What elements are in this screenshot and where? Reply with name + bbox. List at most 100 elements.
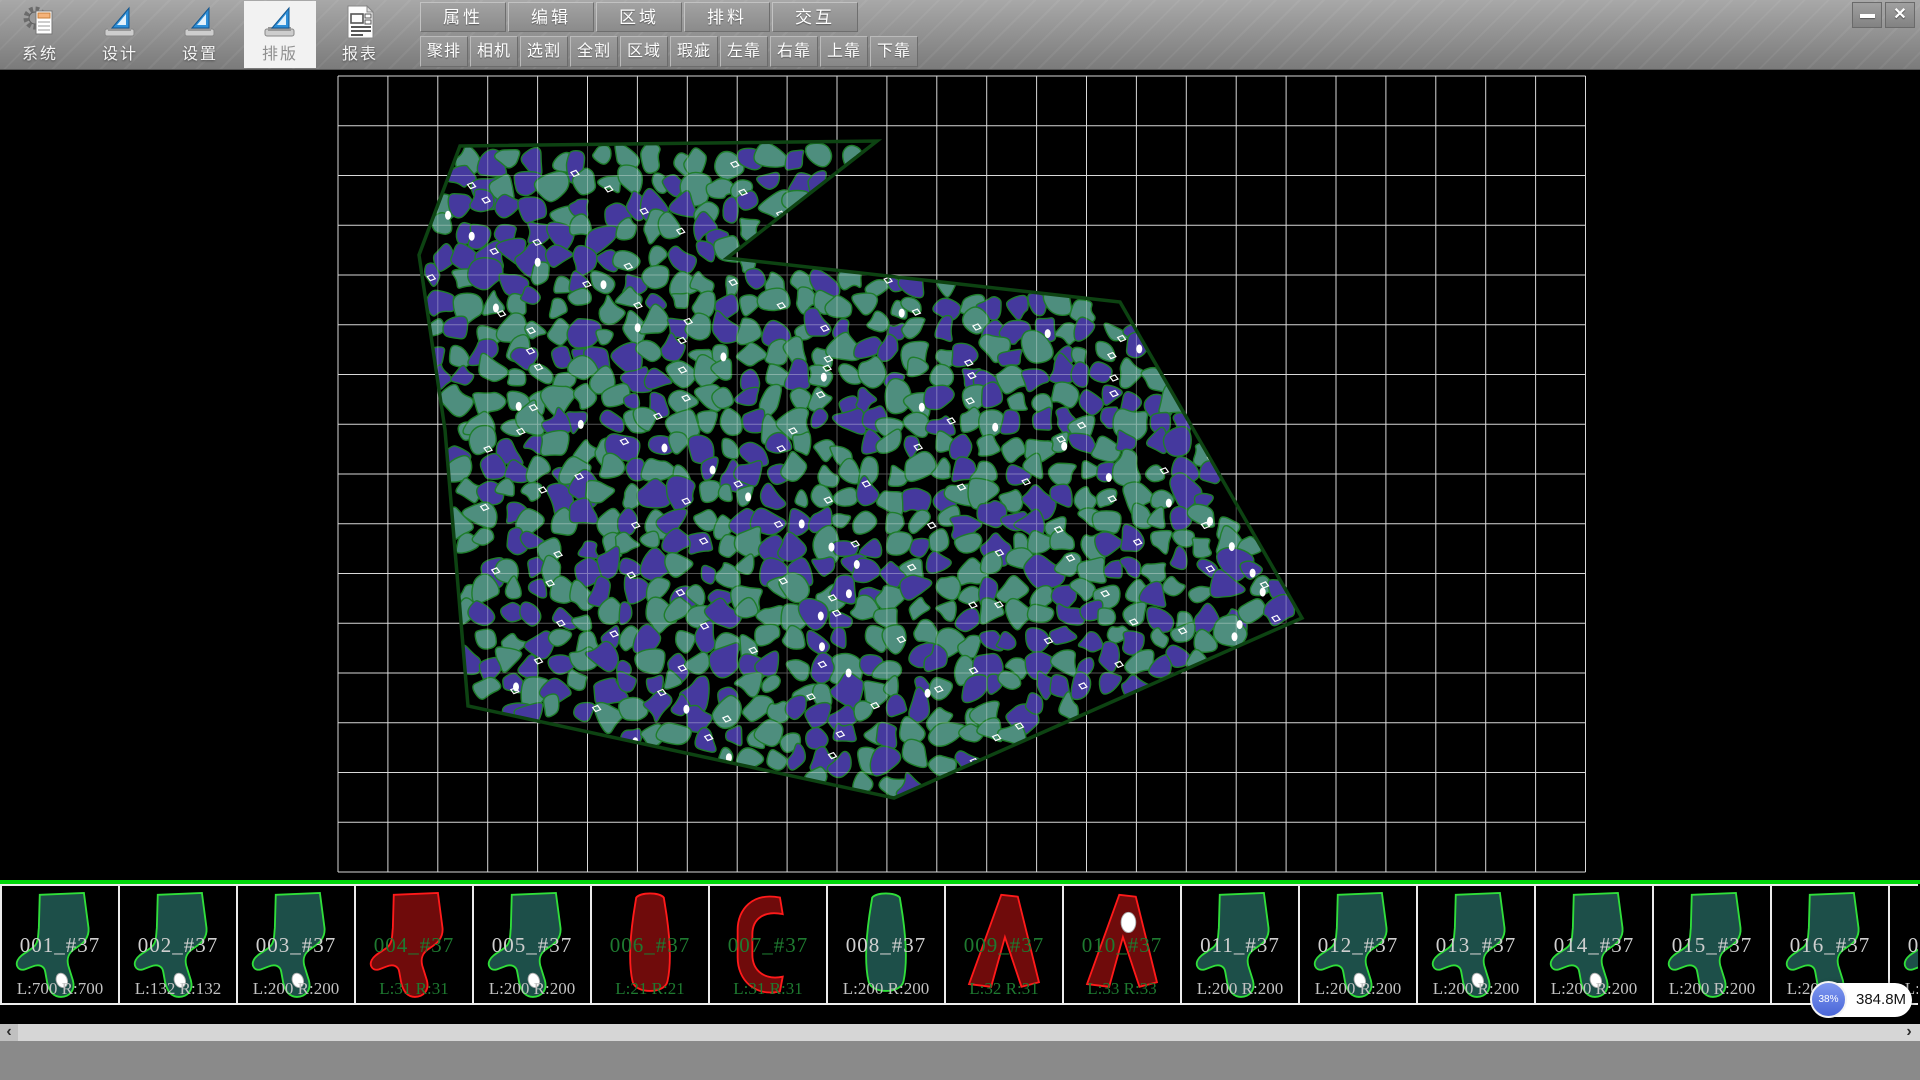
app-button-report[interactable]: 报表 <box>324 1 396 68</box>
close-icon: ✕ <box>1893 6 1906 23</box>
app-button-label: 系统 <box>4 40 76 64</box>
part-name-label: 012_#37 <box>1300 933 1416 958</box>
close-button[interactable]: ✕ <box>1885 2 1915 28</box>
app-button-label: 设计 <box>84 40 156 64</box>
part-thumbnail[interactable]: 008_#37 L:200 R:200 <box>828 886 946 1003</box>
memory-value: 384.8M <box>1856 983 1906 1017</box>
part-lr-label: L:700 R:700 <box>2 979 118 999</box>
part-lr-label: L:200 R:200 <box>1300 979 1416 999</box>
part-thumbnail-strip: 001_#37L:700 R:700002_#37L:132 R:132003_… <box>0 880 1920 1005</box>
tool-button-region[interactable]: 区域 <box>620 36 668 67</box>
scroll-left-button[interactable]: ‹ <box>0 1024 18 1041</box>
part-thumbnail-inner: 014_#37L:200 R:200 <box>1536 886 1652 1003</box>
part-lr-label: L:32 R:31 <box>946 979 1062 999</box>
part-thumbnail[interactable]: 007_#37 L:31 R:31 <box>710 886 828 1003</box>
part-thumbnail[interactable]: 003_#37 L:200 R:200 <box>238 886 356 1003</box>
part-thumbnail[interactable]: 015_#37 L:200 R:200 <box>1654 886 1772 1003</box>
part-thumbnail[interactable]: 009_#37 L:32 R:31 <box>946 886 1064 1003</box>
part-thumbnail-inner: 003_#37 L:200 R:200 <box>238 886 354 1003</box>
part-lr-label: L:200 R:200 <box>1418 979 1534 999</box>
part-thumbnail[interactable]: 014_#37L:200 R:200 <box>1536 886 1654 1003</box>
part-lr-label: L:31 R:31 <box>356 979 472 999</box>
part-thumbnail-inner: 001_#37L:700 R:700 <box>2 886 118 1003</box>
part-thumbnail-inner: 002_#37L:132 R:132 <box>120 886 236 1003</box>
app-button-label: 报表 <box>324 40 396 64</box>
part-thumbnail[interactable]: 002_#37L:132 R:132 <box>120 886 238 1003</box>
part-thumbnail[interactable]: 012_#37 L:200 R:200 <box>1300 886 1418 1003</box>
part-lr-label: L:21 R:21 <box>592 979 708 999</box>
nesting-canvas[interactable] <box>0 70 1920 880</box>
tool-button-align-left[interactable]: 左靠 <box>720 36 768 67</box>
part-thumbnail[interactable]: 011_#37 L:200 R:200 <box>1182 886 1300 1003</box>
part-name-label: 007_#37 <box>710 933 826 958</box>
menu-button-region[interactable]: 区域 <box>596 2 682 32</box>
scroll-right-button[interactable]: › <box>1900 1024 1918 1041</box>
toolbar: 系统设计设置排版报表 属性编辑区域排料交互 聚排相机选割全割区域瑕疵左靠右靠上靠… <box>0 0 1920 70</box>
tool-button-align-right[interactable]: 右靠 <box>770 36 818 67</box>
part-thumbnail-inner: 004_#37L:31 R:31 <box>356 886 472 1003</box>
tool-button-align-top[interactable]: 上靠 <box>820 36 868 67</box>
part-thumbnail-inner: 013_#37 L:200 R:200 <box>1418 886 1534 1003</box>
part-name-label: 009_#37 <box>946 933 1062 958</box>
part-lr-label: L:200 R:200 <box>1182 979 1298 999</box>
tool-button-cluster-nest[interactable]: 聚排 <box>420 36 468 67</box>
menu-button-edit[interactable]: 编辑 <box>508 2 594 32</box>
part-thumbnail-inner: 006_#37 L:21 R:21 <box>592 886 708 1003</box>
status-bar <box>0 1041 1920 1080</box>
app-button-system[interactable]: 系统 <box>4 1 76 68</box>
tool-button-select-cut[interactable]: 选割 <box>520 36 568 67</box>
part-name-label: 006_#37 <box>592 933 708 958</box>
horizontal-scrollbar[interactable]: ‹ › <box>0 1024 1920 1041</box>
tool-button-cut-all[interactable]: 全割 <box>570 36 618 67</box>
part-thumbnail-inner: 005_#37L:200 R:200 <box>474 886 590 1003</box>
minimize-icon <box>1860 14 1875 18</box>
part-name-label: 014_#37 <box>1536 933 1652 958</box>
system-icon <box>22 4 58 40</box>
chevron-right-icon: › <box>1906 1023 1911 1040</box>
part-thumbnail[interactable]: 001_#37L:700 R:700 <box>2 886 120 1003</box>
part-lr-label: L:200 R:200 <box>1654 979 1770 999</box>
app-button-label: 排版 <box>244 40 316 64</box>
menu-button-properties[interactable]: 属性 <box>420 2 506 32</box>
part-thumbnail[interactable]: 010_#37 L:33 R:33 <box>1064 886 1182 1003</box>
part-lr-label: L:200 R:200 <box>238 979 354 999</box>
nesting-view[interactable] <box>0 70 1920 880</box>
part-thumbnail-row: 001_#37L:700 R:700002_#37L:132 R:132003_… <box>0 884 1918 1005</box>
app-button-design[interactable]: 设计 <box>84 1 156 68</box>
part-name-label: 015_#37 <box>1654 933 1770 958</box>
part-name-label: 016_#37 <box>1772 933 1888 958</box>
part-thumbnail[interactable]: 005_#37L:200 R:200 <box>474 886 592 1003</box>
part-name-label: 003_#37 <box>238 933 354 958</box>
progress-value: 38% <box>1818 994 1838 1005</box>
minimize-button[interactable] <box>1852 2 1882 28</box>
part-thumbnail-inner: 009_#37 L:32 R:31 <box>946 886 1062 1003</box>
part-lr-label: L:33 R:33 <box>1064 979 1180 999</box>
part-lr-label: L:31 R:31 <box>710 979 826 999</box>
part-thumbnail[interactable]: 013_#37 L:200 R:200 <box>1418 886 1536 1003</box>
part-name-label: 011_#37 <box>1182 933 1298 958</box>
part-lr-label: L:200 R:200 <box>474 979 590 999</box>
part-lr-label: L:200 R:200 <box>828 979 944 999</box>
part-thumbnail[interactable]: 006_#37 L:21 R:21 <box>592 886 710 1003</box>
part-name-label: 008_#37 <box>828 933 944 958</box>
app-button-settings[interactable]: 设置 <box>164 1 236 68</box>
part-thumbnail-inner: 011_#37 L:200 R:200 <box>1182 886 1298 1003</box>
part-thumbnail-inner: 012_#37 L:200 R:200 <box>1300 886 1416 1003</box>
memory-status-badge: 384.8M 38% <box>1810 981 1920 1019</box>
part-thumbnail[interactable]: 004_#37L:31 R:31 <box>356 886 474 1003</box>
tool-button-align-bottom[interactable]: 下靠 <box>870 36 918 67</box>
tool-button-camera[interactable]: 相机 <box>470 36 518 67</box>
part-name-label: 017_#37 <box>1890 933 1918 958</box>
part-name-label: 013_#37 <box>1418 933 1534 958</box>
app-button-nesting[interactable]: 排版 <box>244 1 316 68</box>
progress-circle: 38% <box>1810 981 1847 1018</box>
app-button-label: 设置 <box>164 40 236 64</box>
tool-button-defect[interactable]: 瑕疵 <box>670 36 718 67</box>
report-icon <box>342 4 378 40</box>
part-thumbnail-inner: 008_#37 L:200 R:200 <box>828 886 944 1003</box>
part-name-label: 010_#37 <box>1064 933 1180 958</box>
part-lr-label: L:132 R:132 <box>120 979 236 999</box>
menu-button-material[interactable]: 排料 <box>684 2 770 32</box>
menu-button-interact[interactable]: 交互 <box>772 2 858 32</box>
part-thumbnail-inner: 015_#37 L:200 R:200 <box>1654 886 1770 1003</box>
